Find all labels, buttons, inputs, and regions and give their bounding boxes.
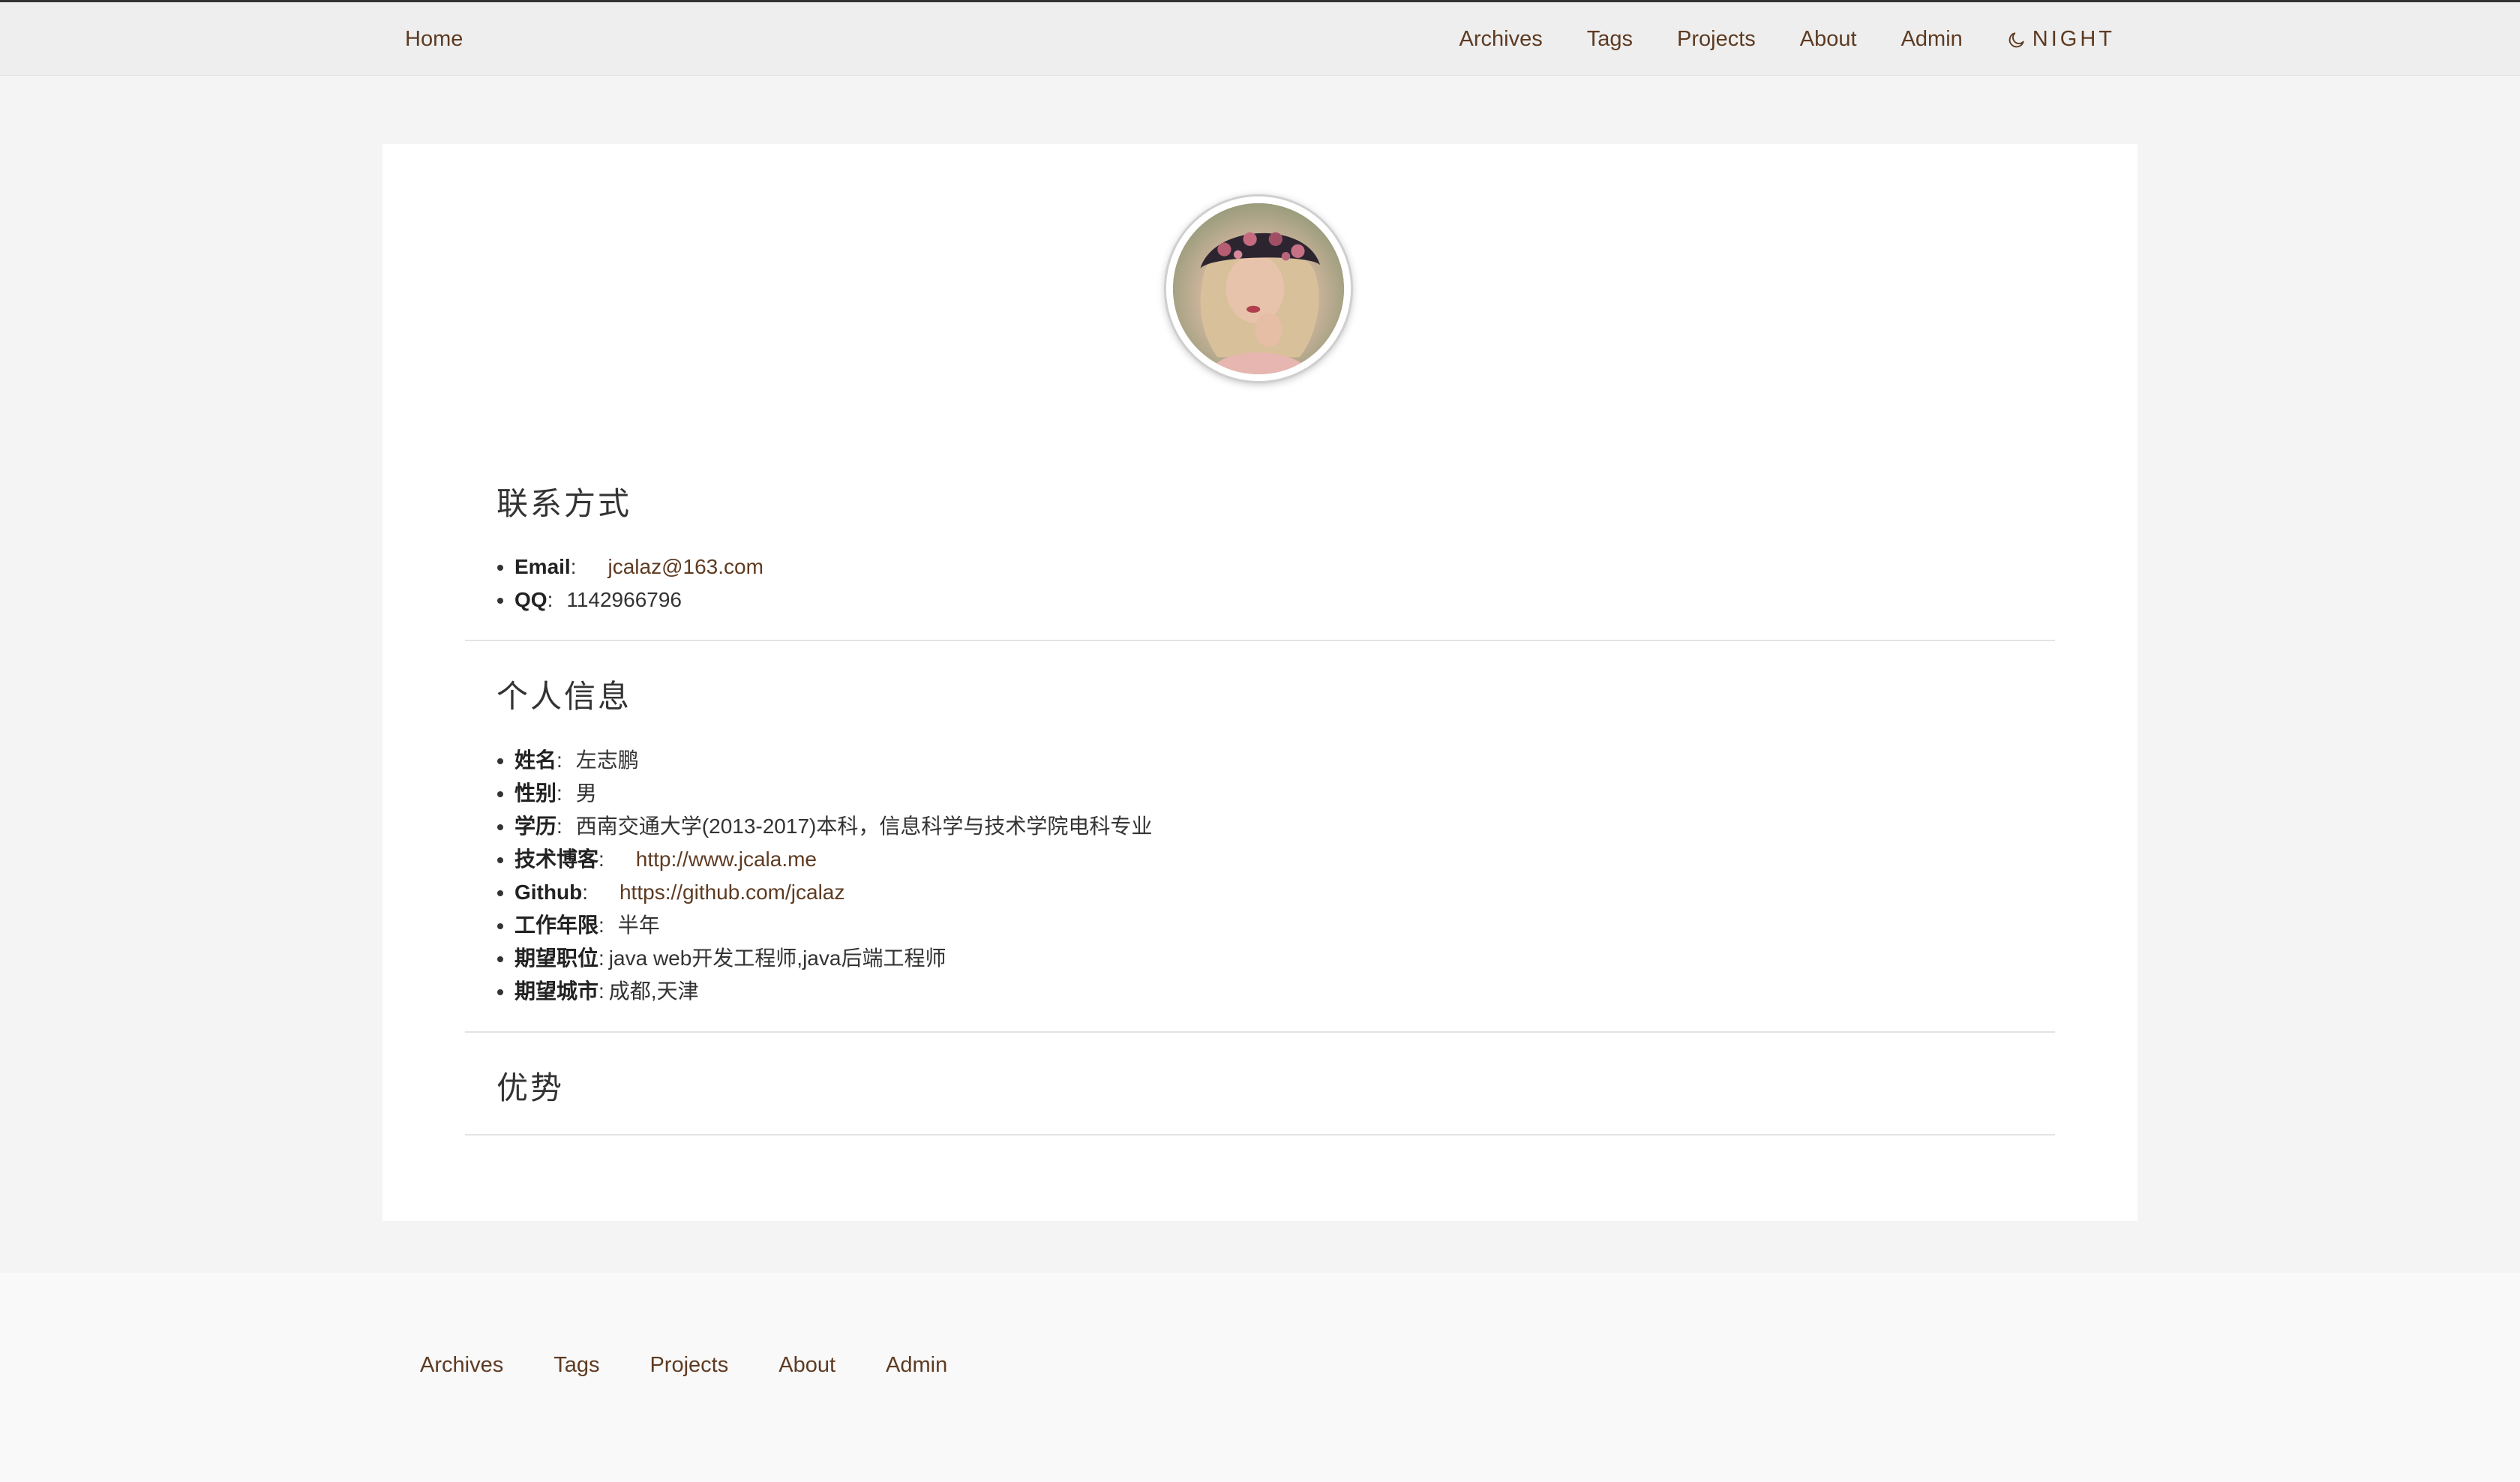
list-item-education: 学历: 西南交通大学(2013-2017)本科，信息科学与技术学院电科专业 — [514, 810, 1152, 843]
desired-city-sep: : — [598, 980, 604, 1003]
about-card: 联系方式 Email:jcalaz@163.com QQ:1142966796 … — [382, 144, 2138, 1221]
footer: Archives Tags Projects About Admin — [0, 1273, 2520, 1482]
nav-links: Archives Tags Projects About Admin NIGHT — [1460, 27, 2115, 52]
footer-link-projects[interactable]: Projects — [650, 1353, 728, 1378]
list-item-gender: 性别: 男 — [514, 777, 1152, 810]
github-link[interactable]: https://github.com/jcalaz — [620, 880, 844, 904]
gender-sep: : — [556, 782, 562, 805]
email-link[interactable]: jcalaz@163.com — [608, 555, 763, 578]
moon-icon — [2008, 32, 2024, 47]
gender-value: 男 — [575, 782, 597, 805]
work-years-sep: : — [598, 914, 604, 937]
section-divider — [465, 1134, 2055, 1136]
email-key: Email — [514, 555, 571, 578]
gender-key: 性别 — [514, 782, 557, 805]
education-sep: : — [556, 814, 562, 838]
education-value: 西南交通大学(2013-2017)本科，信息科学与技术学院电科专业 — [575, 814, 1153, 838]
nav-link-projects[interactable]: Projects — [1677, 27, 1756, 52]
education-key: 学历 — [514, 814, 557, 838]
night-mode-toggle[interactable]: NIGHT — [2007, 27, 2115, 52]
list-item-desired-city: 期望城市:成都,天津 — [514, 975, 1152, 1008]
name-value: 左志鹏 — [575, 748, 639, 772]
footer-nav: Archives Tags Projects About Admin — [420, 1353, 998, 1378]
personal-list: 姓名: 左志鹏 性别: 男 学历: 西南交通大学(2013-2017)本科，信息科学与… — [465, 744, 1152, 1008]
name-sep: : — [556, 748, 562, 772]
name-key: 姓名 — [514, 748, 557, 772]
blog-key: 技术博客 — [514, 848, 599, 871]
footer-link-tags[interactable]: Tags — [554, 1353, 599, 1378]
list-item-email: Email: jcalaz@163.com — [514, 550, 764, 584]
list-item-github: Github: https://github.com/jcalaz — [514, 876, 1152, 909]
footer-link-admin[interactable]: Admin — [886, 1353, 947, 1378]
night-mode-label: NIGHT — [2032, 27, 2115, 51]
avatar — [1166, 196, 1351, 381]
work-years-value: 半年 — [617, 914, 660, 937]
contact-list: Email:jcalaz@163.com QQ:1142966796 — [465, 550, 764, 616]
desired-city-value: 成都,天津 — [608, 980, 699, 1003]
work-years-key: 工作年限 — [514, 914, 599, 937]
list-item-work-years: 工作年限: 半年 — [514, 909, 1152, 942]
github-sep: : — [582, 880, 588, 904]
section-title-contact: 联系方式 — [496, 486, 632, 521]
list-item-name: 姓名: 左志鹏 — [514, 744, 1152, 777]
email-sep: : — [570, 555, 577, 578]
section-divider — [465, 640, 2055, 641]
desired-city-key: 期望城市 — [514, 980, 599, 1003]
qq-sep: : — [547, 588, 554, 611]
section-title-strengths: 优势 — [496, 1070, 565, 1106]
nav-link-tags[interactable]: Tags — [1587, 27, 1633, 52]
list-item-desired-position: 期望职位:java web开发工程师,java后端工程师 — [514, 942, 1152, 975]
nav-link-admin[interactable]: Admin — [1901, 27, 1963, 52]
list-item-blog: 技术博客: http://www.jcala.me — [514, 843, 1152, 876]
desired-position-value: java web开发工程师,java后端工程师 — [608, 946, 946, 970]
nav-link-archives[interactable]: Archives — [1460, 27, 1543, 52]
desired-position-key: 期望职位 — [514, 946, 599, 970]
section-divider — [465, 1031, 2055, 1033]
blog-link[interactable]: http://www.jcala.me — [636, 848, 817, 871]
blog-sep: : — [598, 848, 604, 871]
avatar-portrait-image — [1173, 203, 1344, 374]
footer-link-archives[interactable]: Archives — [420, 1353, 503, 1378]
qq-value: 1142966796 — [566, 588, 682, 611]
top-navbar: Home Archives Tags Projects About Admin … — [0, 0, 2520, 76]
section-title-personal: 个人信息 — [496, 679, 632, 714]
footer-link-about[interactable]: About — [778, 1353, 836, 1378]
nav-home-link[interactable]: Home — [405, 27, 463, 52]
desired-position-sep: : — [598, 946, 604, 970]
list-item-qq: QQ:1142966796 — [514, 584, 764, 616]
github-key: Github — [514, 880, 583, 904]
nav-link-about[interactable]: About — [1800, 27, 1857, 52]
qq-key: QQ — [514, 588, 548, 611]
